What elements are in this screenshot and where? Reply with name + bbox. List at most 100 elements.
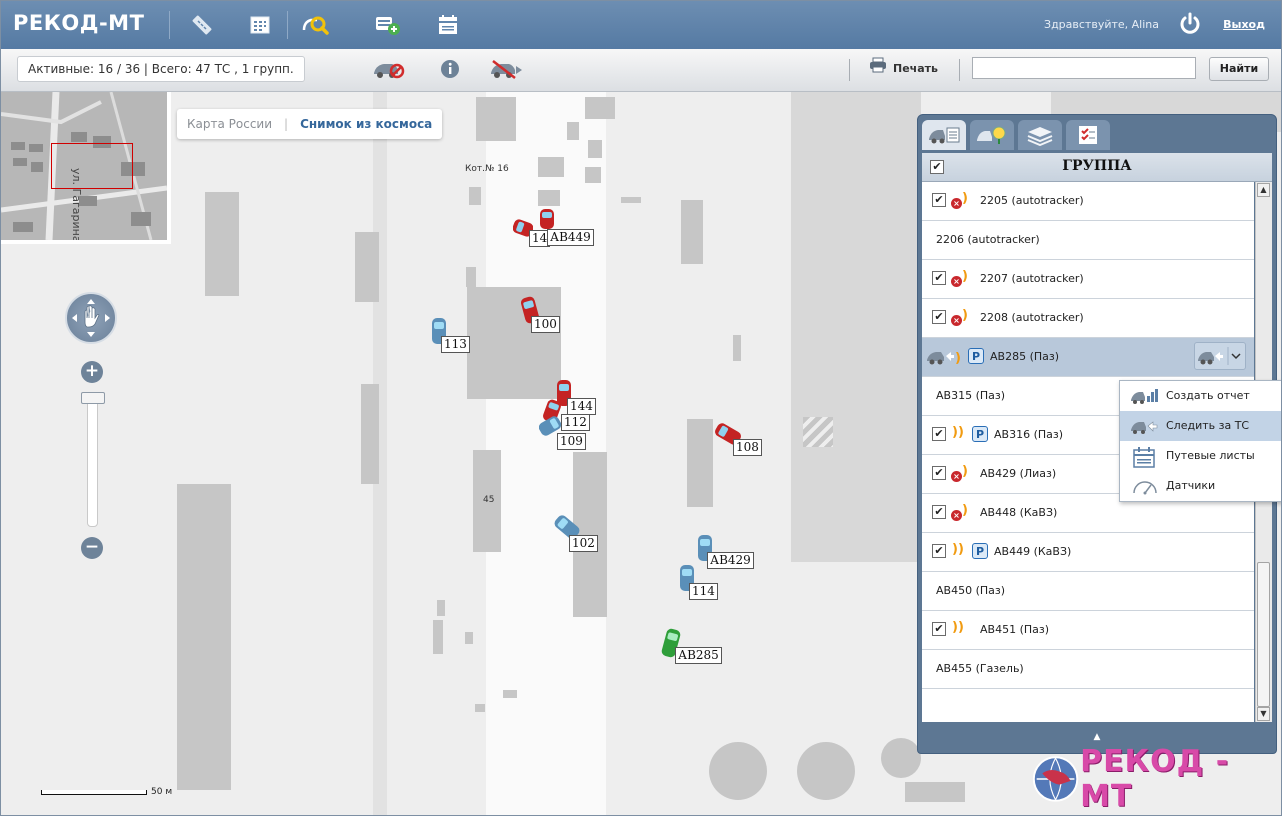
map-building — [503, 690, 517, 698]
offline-icon: × — [951, 198, 962, 209]
vehicle-checkbox[interactable]: ✔ — [932, 427, 946, 441]
logo-text: РЕКОД - МТ — [1080, 744, 1230, 814]
vehicle-checkbox[interactable]: ✔ — [932, 310, 946, 324]
power-icon[interactable] — [1177, 11, 1203, 37]
vehicle-label[interactable]: 109 — [557, 433, 586, 450]
vehicle-checkbox[interactable]: ✔ — [932, 466, 946, 480]
map-building — [588, 140, 602, 158]
toolbar-divider — [959, 59, 960, 81]
toolbar-divider — [849, 59, 850, 81]
vehicle-checkbox[interactable]: ✔ — [932, 544, 946, 558]
vehicle-row[interactable]: АВ450 (Паз) — [922, 572, 1254, 611]
overview-minimap[interactable]: ул. Гагарина — [1, 92, 171, 244]
map-building — [803, 417, 833, 447]
menu-follow-vehicle[interactable]: Следить за ТС — [1120, 411, 1281, 441]
signal-icon: ) — [962, 269, 968, 284]
search-vehicle-icon[interactable] — [301, 11, 331, 39]
map-building — [467, 287, 561, 399]
vehicle-checkbox[interactable]: ✔ — [932, 622, 946, 636]
offline-icon: × — [951, 510, 962, 521]
hide-inactive-icon[interactable] — [371, 58, 407, 80]
vehicle-label[interactable]: 114 — [689, 583, 718, 600]
vehicle-row[interactable]: ✔ )) АВ451 (Паз) — [922, 611, 1254, 650]
vehicle-row[interactable]: АВ455 (Газель) — [922, 650, 1254, 689]
pan-control[interactable] — [65, 292, 117, 344]
map-building — [355, 232, 379, 302]
globe-logo-icon — [1032, 756, 1079, 802]
parking-icon: P — [972, 543, 988, 559]
vehicle-label[interactable]: АВ285 — [675, 647, 722, 664]
group-header: ✔ ГРУППА — [922, 153, 1272, 182]
logout-link[interactable]: Выход — [1223, 18, 1265, 31]
ruler-icon[interactable] — [187, 11, 217, 39]
map-building — [733, 335, 741, 361]
zoom-slider-thumb[interactable] — [81, 392, 105, 404]
vehicle-label[interactable]: 113 — [441, 336, 470, 353]
map-type-russia[interactable]: Карта России — [187, 117, 272, 131]
vehicle-row[interactable]: ✔ × ) 2205 (autotracker) — [922, 182, 1254, 221]
zoom-out-button[interactable]: − — [81, 537, 103, 559]
follow-vehicle-icon: ) — [926, 347, 964, 370]
geozone-icon — [977, 126, 1006, 144]
signal-icon: )) — [952, 542, 964, 557]
add-vehicle-icon[interactable] — [373, 11, 403, 39]
vehicle-label[interactable]: АВ429 — [707, 552, 754, 569]
vehicle-checkbox[interactable]: ✔ — [932, 271, 946, 285]
zoom-in-button[interactable]: + — [81, 361, 103, 383]
signal-icon: ) — [962, 308, 968, 323]
stop-tracking-icon[interactable] — [489, 58, 525, 80]
vehicle-row[interactable]: ✔ × ) 2207 (autotracker) — [922, 260, 1254, 299]
minimap-viewport[interactable] — [51, 143, 133, 189]
vehicle-checkbox[interactable]: ✔ — [932, 193, 946, 207]
tab-vehicles[interactable] — [922, 120, 966, 150]
zoom-slider-track[interactable] — [87, 397, 98, 527]
search-input[interactable] — [972, 57, 1196, 79]
map-type-satellite[interactable]: Снимок из космоса — [300, 117, 432, 131]
map-building — [905, 782, 965, 802]
menu-waybills[interactable]: Путевые листы — [1120, 441, 1281, 471]
vehicle-row[interactable]: ✔ )) P АВ449 (КаВЗ) — [922, 533, 1254, 572]
boiler-label: Кот.№ 16 — [465, 164, 509, 174]
tab-layers[interactable] — [1018, 120, 1062, 150]
map-building — [433, 620, 443, 654]
follow-icon — [1130, 416, 1158, 436]
vehicle-label[interactable]: 144 — [567, 398, 596, 415]
vehicle-name: 2207 (autotracker) — [980, 272, 1084, 285]
vehicle-stats: Активные: 16 / 36 | Всего: 47 ТС , 1 гру… — [17, 56, 305, 82]
map-building — [687, 419, 713, 507]
vehicle-row-selected[interactable]: ) P АВ285 (Паз) — [922, 338, 1254, 377]
scroll-thumb[interactable] — [1257, 562, 1270, 707]
waybill-icon[interactable] — [433, 11, 463, 39]
vehicle-checkbox[interactable]: ✔ — [932, 505, 946, 519]
greeting-text: Здравствуйте, Alina — [1044, 18, 1159, 31]
tab-geozones[interactable] — [970, 120, 1014, 150]
map-building — [476, 97, 516, 141]
vehicle-row[interactable]: 2206 (autotracker) — [922, 221, 1254, 260]
vehicle-name: АВ449 (КаВЗ) — [994, 545, 1072, 558]
vehicle-row[interactable]: ✔ × ) 2208 (autotracker) — [922, 299, 1254, 338]
gauge-icon — [1130, 476, 1158, 496]
row-actions[interactable] — [1194, 342, 1246, 370]
map-building — [361, 384, 379, 484]
scroll-up-icon[interactable]: ▲ — [1257, 183, 1270, 197]
vehicle-label[interactable]: 100 — [531, 316, 560, 333]
vehicle-label[interactable]: АВ449 — [547, 229, 594, 246]
menu-create-report[interactable]: Создать отчет — [1120, 381, 1281, 411]
map-building — [681, 200, 703, 264]
map-zone — [791, 92, 921, 562]
vehicle-name: 2205 (autotracker) — [980, 194, 1084, 207]
building-number: 45 — [483, 495, 495, 505]
vehicle-label[interactable]: 102 — [569, 535, 598, 552]
car-icon — [540, 209, 554, 229]
map-tank — [797, 742, 855, 800]
calendar-icon[interactable] — [245, 11, 275, 39]
menu-sensors[interactable]: Датчики — [1120, 471, 1281, 501]
find-button[interactable]: Найти — [1209, 57, 1269, 81]
map-building — [567, 122, 579, 140]
scroll-down-icon[interactable]: ▼ — [1257, 707, 1270, 721]
vehicle-label[interactable]: 112 — [561, 414, 590, 431]
vehicle-label[interactable]: 108 — [733, 439, 762, 456]
tab-reports[interactable] — [1066, 120, 1110, 150]
print-button[interactable]: Печать — [869, 57, 938, 81]
info-icon[interactable] — [439, 58, 461, 80]
